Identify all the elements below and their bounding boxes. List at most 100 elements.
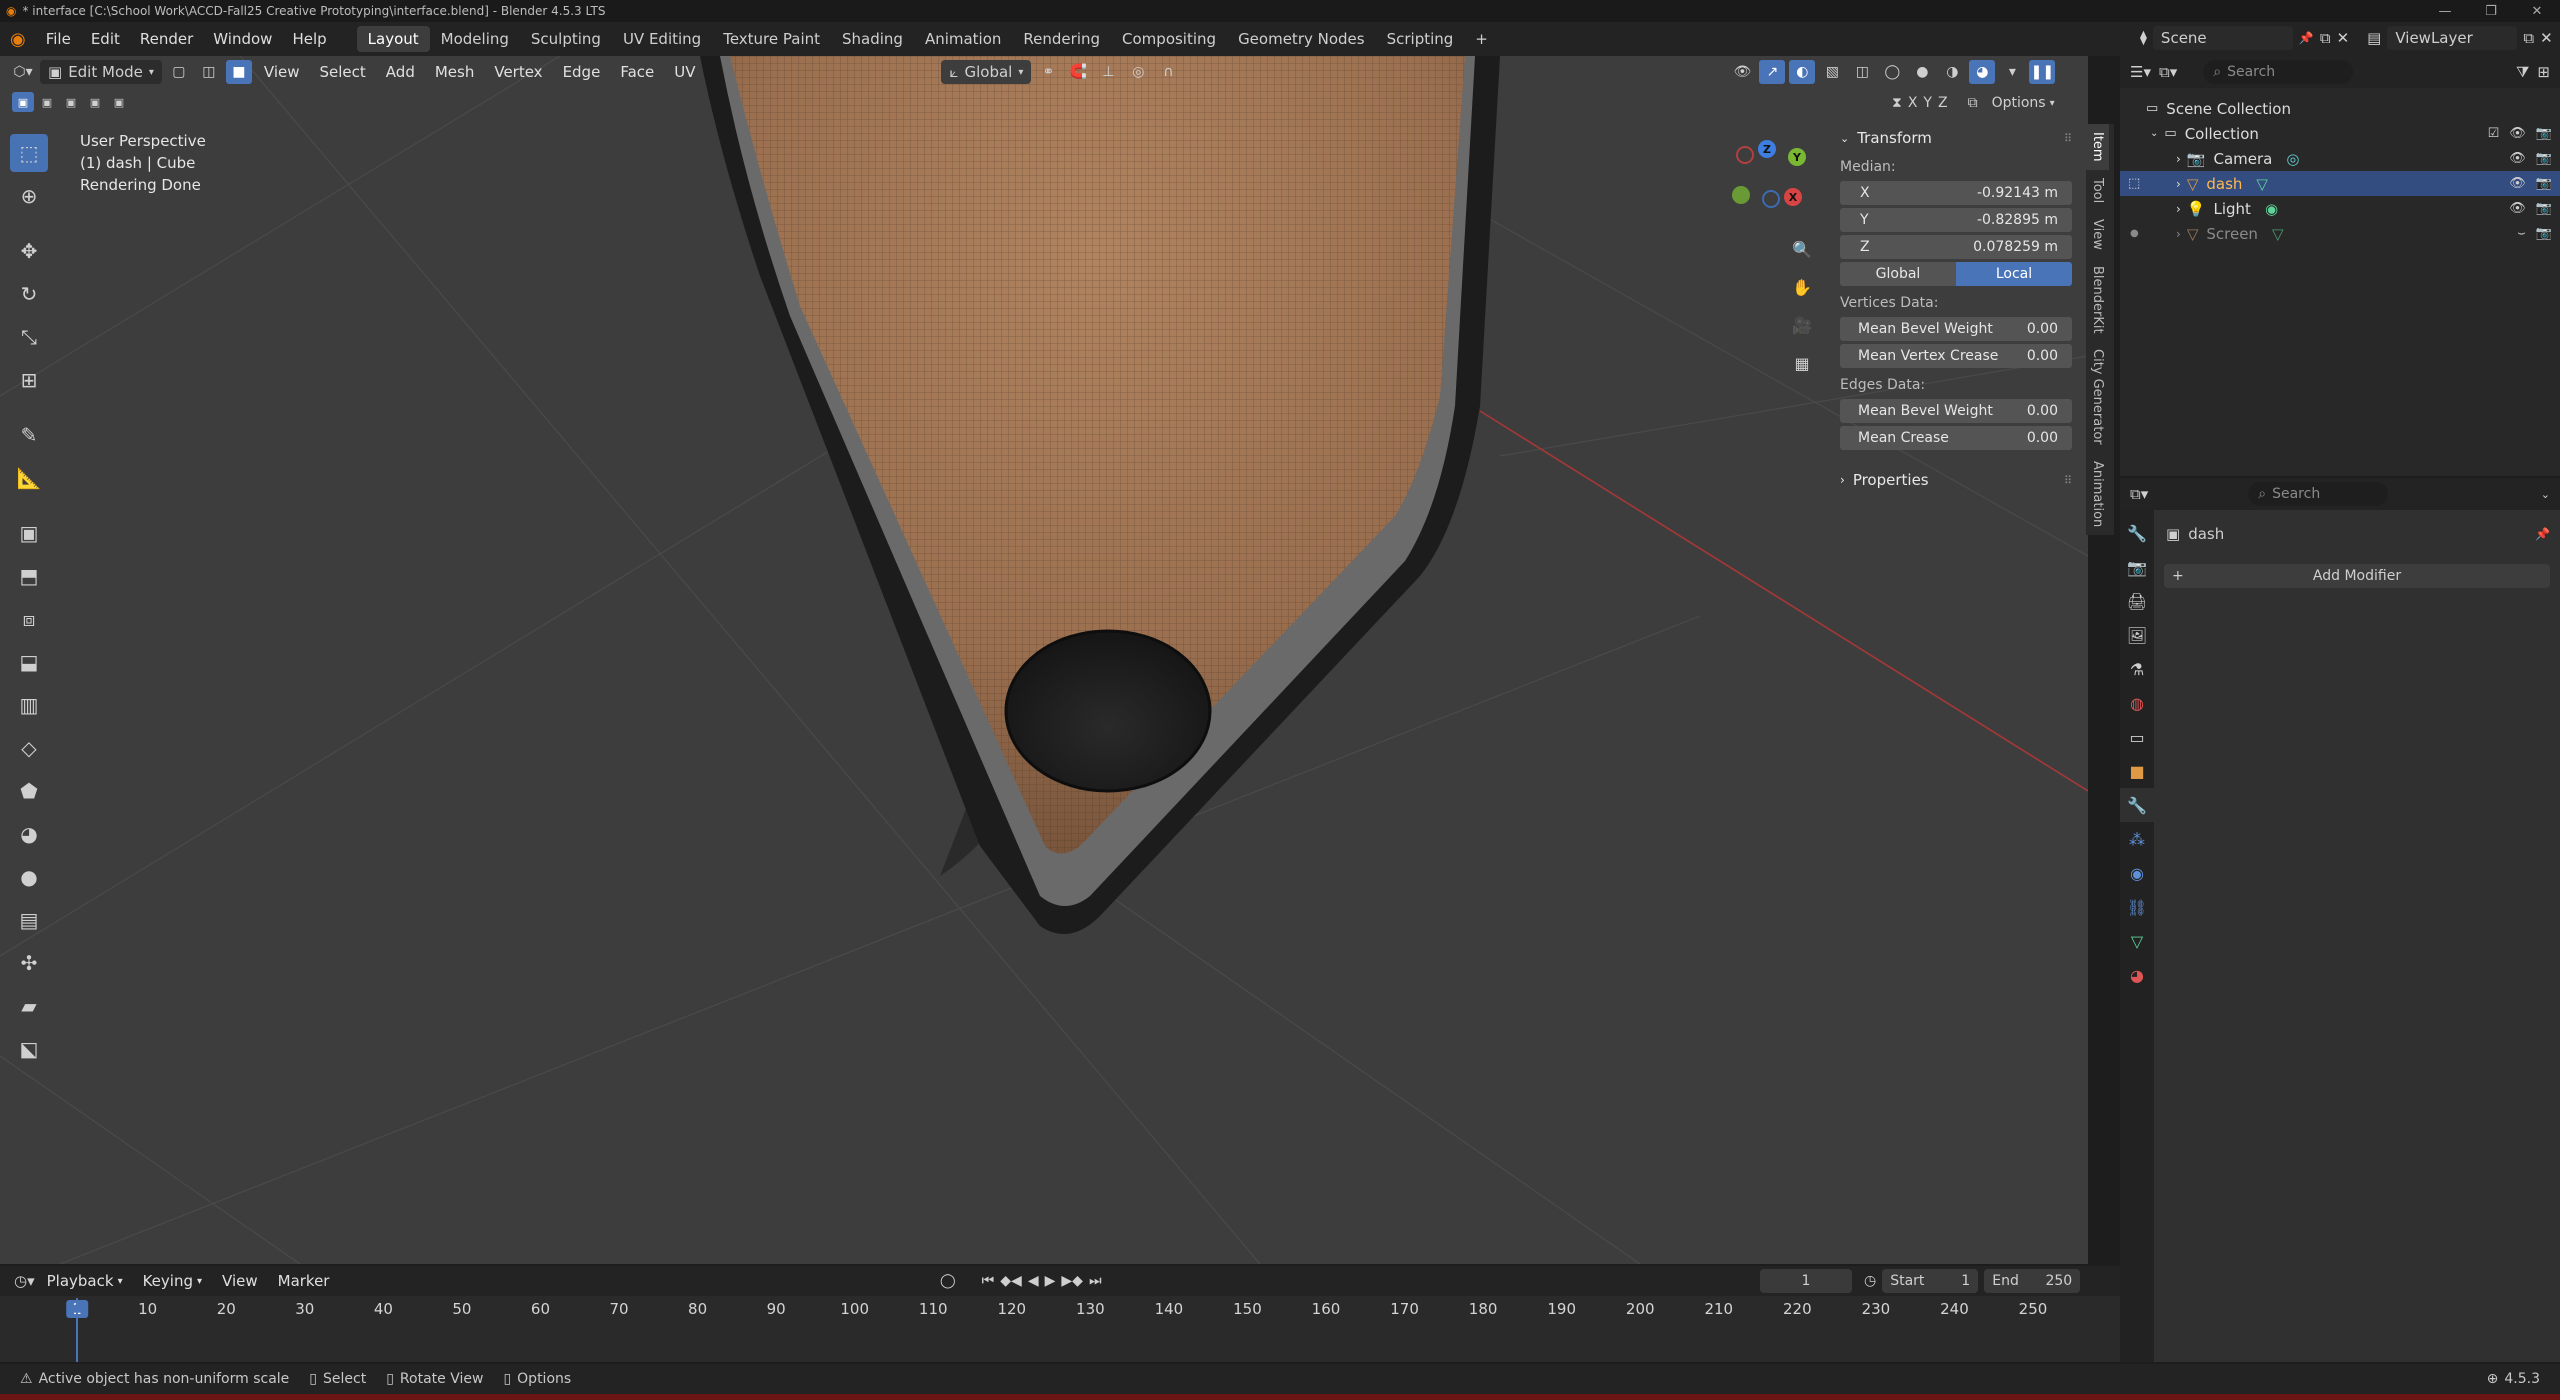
end-frame-field[interactable]: End 250 bbox=[1984, 1269, 2081, 1293]
eye-icon[interactable]: 👁 bbox=[2509, 201, 2526, 216]
blender-menu-icon[interactable]: ◉ bbox=[0, 22, 36, 56]
menu-uv[interactable]: UV bbox=[666, 60, 703, 84]
constraints-properties-icon[interactable]: ⛓ bbox=[2120, 890, 2154, 924]
falloff-icon[interactable]: ∩ bbox=[1155, 60, 1181, 84]
view-layer-icon[interactable]: ▤ bbox=[2367, 29, 2381, 47]
tab-view[interactable]: View bbox=[2086, 211, 2109, 258]
spin-tool-icon[interactable]: ◕ bbox=[10, 815, 48, 853]
extrude-tool-icon[interactable]: ⬒ bbox=[10, 557, 48, 595]
3d-viewport[interactable]: ⬡▾ ▣ Edit Mode ▾ ▢ ◫ ■ View Select Add M… bbox=[0, 56, 2088, 1264]
transform-orientation-selector[interactable]: ⟀ Global ▾ bbox=[941, 60, 1032, 84]
outliner-item-light[interactable]: › 💡 Light ◉ 👁 📷 bbox=[2120, 196, 2560, 221]
local-space-button[interactable]: Local bbox=[1956, 262, 2072, 286]
drag-handle-icon[interactable]: ⠿ bbox=[2064, 132, 2072, 145]
minimize-icon[interactable]: — bbox=[2422, 4, 2468, 19]
particles-properties-icon[interactable]: ⁂ bbox=[2120, 822, 2154, 856]
maximize-icon[interactable]: ❐ bbox=[2468, 4, 2514, 19]
timeline-editor-icon[interactable]: ◷▾ bbox=[14, 1272, 35, 1290]
add-workspace-icon[interactable]: + bbox=[1464, 26, 1499, 52]
output-properties-icon[interactable]: 🖨 bbox=[2120, 584, 2154, 618]
gizmo-neg-y[interactable] bbox=[1732, 186, 1750, 204]
gizmo-neg-x[interactable] bbox=[1736, 146, 1754, 164]
modifier-properties-icon[interactable]: 🔧 bbox=[2120, 788, 2154, 822]
object-properties-icon[interactable]: ■ bbox=[2120, 754, 2154, 788]
select-invert-icon[interactable]: ▣ bbox=[84, 92, 106, 112]
gizmo-neg-z[interactable] bbox=[1762, 190, 1780, 208]
filter-icon[interactable]: ⧩ bbox=[2516, 63, 2529, 81]
auto-merge-icon[interactable]: ⧉ bbox=[1968, 95, 1978, 111]
edit-mode-indicator-icon[interactable]: ⬚ bbox=[2128, 176, 2140, 191]
menu-edge[interactable]: Edge bbox=[555, 60, 609, 84]
mirror-y-button[interactable]: Y bbox=[1923, 95, 1932, 111]
bevel-tool-icon[interactable]: ⬓ bbox=[10, 643, 48, 681]
current-frame-field[interactable]: 1 bbox=[1760, 1269, 1852, 1293]
properties-search-input[interactable]: ⌕ Search bbox=[2248, 482, 2389, 506]
menu-keying[interactable]: Keying ▾ bbox=[135, 1269, 210, 1293]
zoom-icon[interactable]: 🔍 bbox=[1787, 234, 1817, 264]
pan-hand-icon[interactable]: ✋ bbox=[1787, 272, 1817, 302]
outliner-item-dash[interactable]: ⬚ › ▽ dash ▽ 👁 📷 bbox=[2120, 171, 2560, 196]
snap-icon[interactable]: 🧲 bbox=[1065, 60, 1091, 84]
camera-icon[interactable]: 📷 bbox=[2536, 151, 2552, 166]
outliner-item-screen[interactable]: ● › ▽ Screen ▽ ⌣ 📷 bbox=[2120, 221, 2560, 246]
menu-playback[interactable]: Playback ▾ bbox=[39, 1269, 131, 1293]
menu-face[interactable]: Face bbox=[612, 60, 662, 84]
camera-icon[interactable]: 📷 bbox=[2536, 176, 2552, 191]
mesh-edit-overlay-icon[interactable]: ▧ bbox=[1819, 60, 1845, 84]
transform-panel-header[interactable]: ⌄ Transform ⠿ bbox=[1840, 126, 2072, 150]
poly-build-tool-icon[interactable]: ⬟ bbox=[10, 772, 48, 810]
jump-end-icon[interactable]: ⏭ bbox=[1089, 1273, 1102, 1289]
pivot-point-icon[interactable]: ⚭ bbox=[1035, 60, 1061, 84]
select-extend-icon[interactable]: ▣ bbox=[36, 92, 58, 112]
menu-window[interactable]: Window bbox=[203, 22, 282, 56]
median-x-field[interactable]: X -0.92143 m bbox=[1840, 181, 2072, 205]
next-keyframe-icon[interactable]: ▶◆ bbox=[1061, 1273, 1083, 1289]
new-view-layer-icon[interactable]: ⧉ bbox=[2523, 29, 2534, 47]
scene-selector[interactable]: Scene bbox=[2152, 26, 2293, 50]
close-icon[interactable]: ✕ bbox=[2514, 4, 2560, 19]
camera-view-icon[interactable]: 🎥 bbox=[1787, 310, 1817, 340]
measure-tool-icon[interactable]: 📐 bbox=[10, 459, 48, 497]
edge-slide-tool-icon[interactable]: ▤ bbox=[10, 901, 48, 939]
global-space-button[interactable]: Global bbox=[1840, 262, 1956, 286]
tab-modeling[interactable]: Modeling bbox=[430, 26, 520, 52]
transform-tool-icon[interactable]: ⊞ bbox=[10, 361, 48, 399]
overlay-toggle-icon[interactable]: ◐ bbox=[1789, 60, 1816, 84]
edge-select-icon[interactable]: ◫ bbox=[196, 60, 222, 84]
select-box-tool-icon[interactable]: ⬚ bbox=[10, 134, 48, 172]
inset-tool-icon[interactable]: ⧈ bbox=[10, 600, 48, 638]
tab-animation-sidebar[interactable]: Animation bbox=[2086, 453, 2109, 535]
menu-render[interactable]: Render bbox=[130, 22, 203, 56]
snap-target-icon[interactable]: ⊥ bbox=[1095, 60, 1121, 84]
menu-add[interactable]: Add bbox=[378, 60, 423, 84]
tab-city-generator[interactable]: City Generator bbox=[2086, 341, 2109, 453]
material-properties-icon[interactable]: ◕ bbox=[2120, 958, 2154, 992]
menu-view[interactable]: View bbox=[256, 60, 308, 84]
xray-toggle-icon[interactable]: ◫ bbox=[1849, 60, 1875, 84]
menu-vertex[interactable]: Vertex bbox=[486, 60, 550, 84]
proportional-edit-icon[interactable]: ◎ bbox=[1125, 60, 1151, 84]
options-dropdown[interactable]: Options ▾ bbox=[1983, 92, 2063, 114]
median-y-field[interactable]: Y -0.82895 m bbox=[1840, 208, 2072, 232]
gizmo-toggle-icon[interactable]: ↗ bbox=[1759, 60, 1786, 84]
play-icon[interactable]: ▶ bbox=[1045, 1273, 1056, 1289]
camera-icon[interactable]: 📷 bbox=[2536, 126, 2552, 141]
face-select-icon[interactable]: ■ bbox=[225, 60, 252, 84]
select-new-icon[interactable]: ▣ bbox=[12, 92, 34, 112]
shear-tool-icon[interactable]: ▰ bbox=[10, 987, 48, 1025]
eye-icon[interactable]: 👁 bbox=[2509, 176, 2526, 191]
tab-sculpting[interactable]: Sculpting bbox=[520, 26, 612, 52]
jump-start-icon[interactable]: ⏮ bbox=[982, 1273, 995, 1289]
clock-icon[interactable]: ◷ bbox=[1864, 1273, 1876, 1289]
shading-solid-icon[interactable]: ● bbox=[1909, 60, 1935, 84]
mirror-z-button[interactable]: Z bbox=[1938, 95, 1948, 111]
outliner-editor-icon[interactable]: ☰▾ bbox=[2130, 63, 2151, 81]
gizmo-z[interactable]: Z bbox=[1758, 140, 1776, 158]
world-properties-icon[interactable]: ◍ bbox=[2120, 686, 2154, 720]
properties-editor-icon[interactable]: ⧉▾ bbox=[2130, 485, 2148, 503]
move-tool-icon[interactable]: ✥ bbox=[10, 232, 48, 270]
tab-scripting[interactable]: Scripting bbox=[1376, 26, 1465, 52]
view-layer-properties-icon[interactable]: 🖼 bbox=[2120, 618, 2154, 652]
tab-uv-editing[interactable]: UV Editing bbox=[612, 26, 712, 52]
prev-keyframe-icon[interactable]: ◆◀ bbox=[1000, 1273, 1022, 1289]
